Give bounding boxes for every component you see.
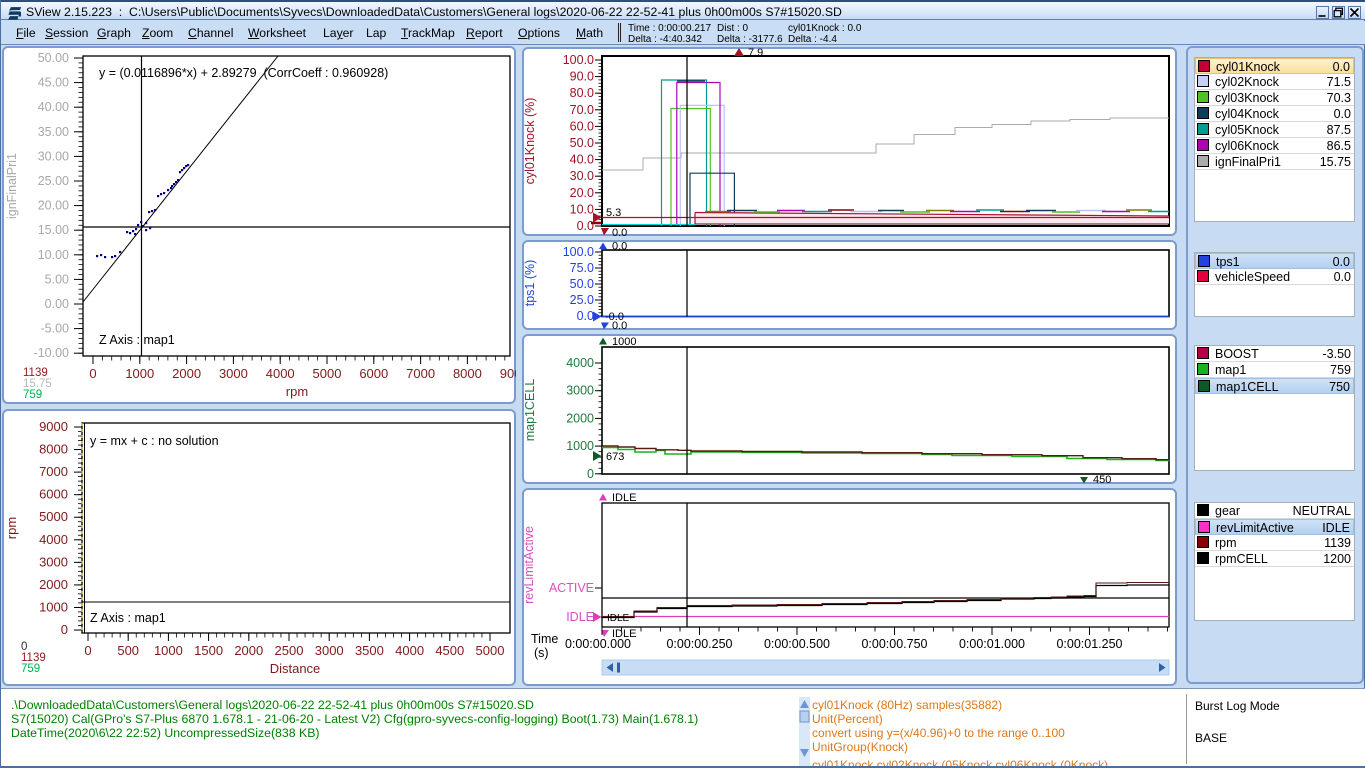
svg-text:4000: 4000 xyxy=(395,643,424,658)
svg-text:revLimitActive: revLimitActive xyxy=(522,526,536,604)
svg-text:75.0: 75.0 xyxy=(570,261,594,275)
svg-text:90.0: 90.0 xyxy=(570,70,594,84)
svg-text:2000: 2000 xyxy=(172,366,201,381)
svg-text:0:00:00.000: 0:00:00.000 xyxy=(565,637,631,651)
svg-text:50.00: 50.00 xyxy=(38,51,69,65)
svg-text:-10.00: -10.00 xyxy=(34,346,69,360)
svg-text:6000: 6000 xyxy=(359,366,388,381)
svg-text:100.0: 100.0 xyxy=(563,53,594,67)
svg-text:20.0: 20.0 xyxy=(570,186,594,200)
svg-text:0.0: 0.0 xyxy=(577,219,594,233)
svg-text:map1CELL: map1CELL xyxy=(523,379,537,442)
svg-text:3000: 3000 xyxy=(39,554,68,569)
svg-text:9000: 9000 xyxy=(500,366,516,381)
svg-text:5000: 5000 xyxy=(476,643,505,658)
svg-text:4500: 4500 xyxy=(435,643,464,658)
svg-text:Z Axis : map1: Z Axis : map1 xyxy=(99,333,175,347)
svg-text:rpm: rpm xyxy=(286,384,308,399)
svg-text:ACTIVE: ACTIVE xyxy=(549,581,594,595)
svg-text:30.0: 30.0 xyxy=(570,169,594,183)
svg-text:25.0: 25.0 xyxy=(570,293,594,307)
svg-text:3500: 3500 xyxy=(355,643,384,658)
svg-text:1000: 1000 xyxy=(39,599,68,614)
svg-text:2000: 2000 xyxy=(234,643,263,658)
svg-text:0.0: 0.0 xyxy=(612,241,627,253)
svg-text:2500: 2500 xyxy=(275,643,304,658)
svg-text:0: 0 xyxy=(61,622,68,637)
svg-text:500: 500 xyxy=(117,643,139,658)
svg-text:0: 0 xyxy=(587,467,594,481)
svg-text:Z Axis : map1: Z Axis : map1 xyxy=(90,611,166,625)
svg-text:cyl01Knock (%): cyl01Knock (%) xyxy=(523,98,537,185)
svg-text:-5.00: -5.00 xyxy=(41,322,70,336)
svg-text:0.0: 0.0 xyxy=(577,309,594,323)
svg-text:759: 759 xyxy=(23,389,42,401)
svg-text:450: 450 xyxy=(1093,474,1111,484)
svg-text:25.00: 25.00 xyxy=(38,174,69,188)
svg-text:60.0: 60.0 xyxy=(570,119,594,133)
svg-text:5.00: 5.00 xyxy=(45,272,69,286)
svg-text:1000: 1000 xyxy=(125,366,154,381)
svg-text:0.00: 0.00 xyxy=(45,297,69,311)
svg-text:0:00:00.250: 0:00:00.250 xyxy=(666,637,732,651)
svg-text:7.9: 7.9 xyxy=(748,47,763,59)
svg-text:2000: 2000 xyxy=(39,577,68,592)
svg-text:4000: 4000 xyxy=(39,532,68,547)
svg-text:y = (0.0116896*x) + 2.89279 (: y = (0.0116896*x) + 2.89279 (CorrCoeff :… xyxy=(99,66,388,80)
svg-text:IDLE: IDLE xyxy=(566,610,594,624)
svg-text:0:00:00.750: 0:00:00.750 xyxy=(861,637,927,651)
svg-text:3000: 3000 xyxy=(315,643,344,658)
svg-text:1500: 1500 xyxy=(194,643,223,658)
svg-text:50.0: 50.0 xyxy=(570,136,594,150)
svg-text:5.3: 5.3 xyxy=(606,207,621,219)
svg-text:8000: 8000 xyxy=(39,442,68,457)
svg-text:9000: 9000 xyxy=(39,419,68,434)
svg-text:1000: 1000 xyxy=(612,336,636,348)
svg-text:7000: 7000 xyxy=(39,464,68,479)
svg-text:Time: Time xyxy=(531,632,558,646)
svg-text:IDLE: IDLE xyxy=(607,613,630,624)
svg-text:5000: 5000 xyxy=(313,366,342,381)
svg-text:20.00: 20.00 xyxy=(38,199,69,213)
svg-text:3000: 3000 xyxy=(219,366,248,381)
svg-text:y = mx + c : no solution: y = mx + c : no solution xyxy=(90,434,219,448)
svg-text:45.00: 45.00 xyxy=(38,76,69,90)
svg-text:rpm: rpm xyxy=(4,517,19,539)
svg-text:5000: 5000 xyxy=(39,509,68,524)
svg-text:10.0: 10.0 xyxy=(570,202,594,216)
svg-text:15.00: 15.00 xyxy=(38,223,69,237)
svg-text:35.00: 35.00 xyxy=(38,125,69,139)
svg-text:Distance: Distance xyxy=(270,661,321,676)
svg-text:0.0: 0.0 xyxy=(612,227,627,236)
svg-text:1000: 1000 xyxy=(566,439,594,453)
svg-text:0: 0 xyxy=(84,643,91,658)
svg-text:0.0: 0.0 xyxy=(612,320,627,330)
svg-text:2000: 2000 xyxy=(566,411,594,425)
svg-text:40.0: 40.0 xyxy=(570,153,594,167)
svg-text:50.0: 50.0 xyxy=(570,277,594,291)
svg-text:4000: 4000 xyxy=(566,356,594,370)
svg-text:80.0: 80.0 xyxy=(570,86,594,100)
svg-text:7000: 7000 xyxy=(406,366,435,381)
svg-text:40.00: 40.00 xyxy=(38,100,69,114)
svg-text:IDLE: IDLE xyxy=(612,492,636,504)
svg-text:(s): (s) xyxy=(534,646,549,660)
svg-text:tps1 (%): tps1 (%) xyxy=(523,260,537,307)
svg-text:70.0: 70.0 xyxy=(570,103,594,117)
svg-text:10.00: 10.00 xyxy=(38,248,69,262)
svg-text:0:00:01.000: 0:00:01.000 xyxy=(959,637,1025,651)
svg-text:30.00: 30.00 xyxy=(38,149,69,163)
svg-text:8000: 8000 xyxy=(453,366,482,381)
svg-text:0: 0 xyxy=(89,366,96,381)
svg-text:1000: 1000 xyxy=(154,643,183,658)
svg-text:673: 673 xyxy=(606,451,624,463)
svg-text:ignFinalPri1: ignFinalPri1 xyxy=(5,153,19,219)
svg-text:100.0: 100.0 xyxy=(563,245,594,259)
svg-text:0:00:01.250: 0:00:01.250 xyxy=(1056,637,1122,651)
svg-text:0:00:00.500: 0:00:00.500 xyxy=(764,637,830,651)
svg-text:3000: 3000 xyxy=(566,384,594,398)
svg-text:759: 759 xyxy=(21,663,40,675)
svg-text:6000: 6000 xyxy=(39,487,68,502)
svg-text:4000: 4000 xyxy=(266,366,295,381)
